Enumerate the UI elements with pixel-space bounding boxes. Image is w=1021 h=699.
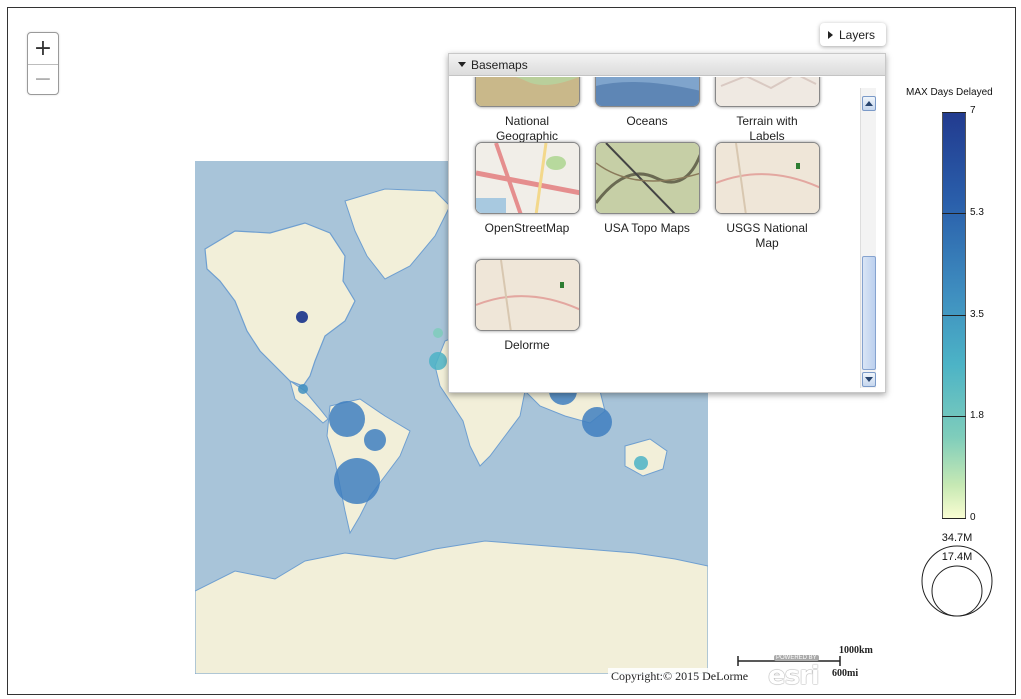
legend-tick-label: 0 xyxy=(970,512,976,523)
size-legend: 34.7M 17.4M xyxy=(921,532,993,617)
basemap-label: Oceans xyxy=(626,114,668,128)
size-legend-max-label: 34.7M xyxy=(942,532,973,544)
basemap-item-openstreetmap[interactable]: OpenStreetMap xyxy=(467,142,587,236)
chevron-down-icon xyxy=(865,377,873,382)
basemap-item-usa-topo[interactable]: USA Topo Maps xyxy=(587,142,707,236)
basemap-thumb xyxy=(474,259,580,331)
basemap-item-delorme[interactable]: Delorme xyxy=(467,259,587,353)
basemap-panel-title: Basemaps xyxy=(471,57,528,72)
basemap-item-usgs[interactable]: USGS National Map xyxy=(707,142,827,251)
basemap-item-terrain[interactable]: Terrain with Labels xyxy=(707,77,827,144)
esri-wordmark: esri xyxy=(768,661,820,691)
basemap-gallery: National Geographic Oceans Terrain with … xyxy=(449,77,853,393)
basemap-thumb xyxy=(714,142,820,214)
scroll-down-button[interactable] xyxy=(862,372,876,387)
expand-arrow-icon xyxy=(828,30,833,39)
basemap-label: National Geographic xyxy=(495,114,559,143)
basemap-panel-header[interactable]: Basemaps xyxy=(449,54,885,76)
legend-title: MAX Days Delayed xyxy=(906,87,993,98)
legend-tick xyxy=(942,416,966,417)
basemap-thumb xyxy=(714,77,820,107)
legend-tick xyxy=(942,213,966,214)
basemap-label: USGS National Map xyxy=(726,221,808,250)
legend-tick-label: 5.3 xyxy=(970,207,984,218)
layers-button-label: Layers xyxy=(839,27,876,42)
basemap-scrollbar[interactable] xyxy=(860,88,876,388)
basemap-panel: Basemaps National Geographic Oceans Terr… xyxy=(448,53,886,393)
zoom-control: + − xyxy=(27,32,59,95)
zoom-in-button[interactable]: + xyxy=(28,33,58,64)
scale-mi-label: 600mi xyxy=(832,668,859,679)
basemap-label: USA Topo Maps xyxy=(604,221,690,235)
basemap-label: OpenStreetMap xyxy=(484,221,570,235)
layers-button[interactable]: Layers xyxy=(820,23,886,46)
size-legend-mid-label: 17.4M xyxy=(942,551,973,563)
basemap-item-oceans[interactable]: Oceans xyxy=(587,77,707,129)
basemap-thumb xyxy=(594,77,700,107)
legend-tick-label: 1.8 xyxy=(970,410,984,421)
scroll-up-button[interactable] xyxy=(862,96,876,111)
map-frame: + − Copyright:© 2015 DeLorme 1000km 600m… xyxy=(7,7,1016,695)
legend-tick xyxy=(942,112,966,113)
basemap-thumb xyxy=(594,142,700,214)
legend-tick-label: 3.5 xyxy=(970,309,984,320)
basemap-thumb xyxy=(474,77,580,107)
legend-tick xyxy=(942,518,966,519)
basemap-item-national-geographic[interactable]: National Geographic xyxy=(467,77,587,144)
esri-logo[interactable]: POWERED BY esri xyxy=(768,655,832,691)
scroll-thumb[interactable] xyxy=(862,256,876,370)
basemap-label: Delorme xyxy=(504,338,550,352)
chevron-up-icon xyxy=(865,101,873,106)
basemap-label: Terrain with Labels xyxy=(736,114,798,143)
zoom-out-button[interactable]: − xyxy=(28,64,58,95)
collapse-arrow-icon xyxy=(458,62,466,67)
legend-tick-label: 7 xyxy=(970,105,976,116)
scale-km-label: 1000km xyxy=(839,645,873,656)
legend-tick xyxy=(942,315,966,316)
copyright-text: Copyright:© 2015 DeLorme xyxy=(608,668,752,685)
basemap-thumb xyxy=(474,142,580,214)
